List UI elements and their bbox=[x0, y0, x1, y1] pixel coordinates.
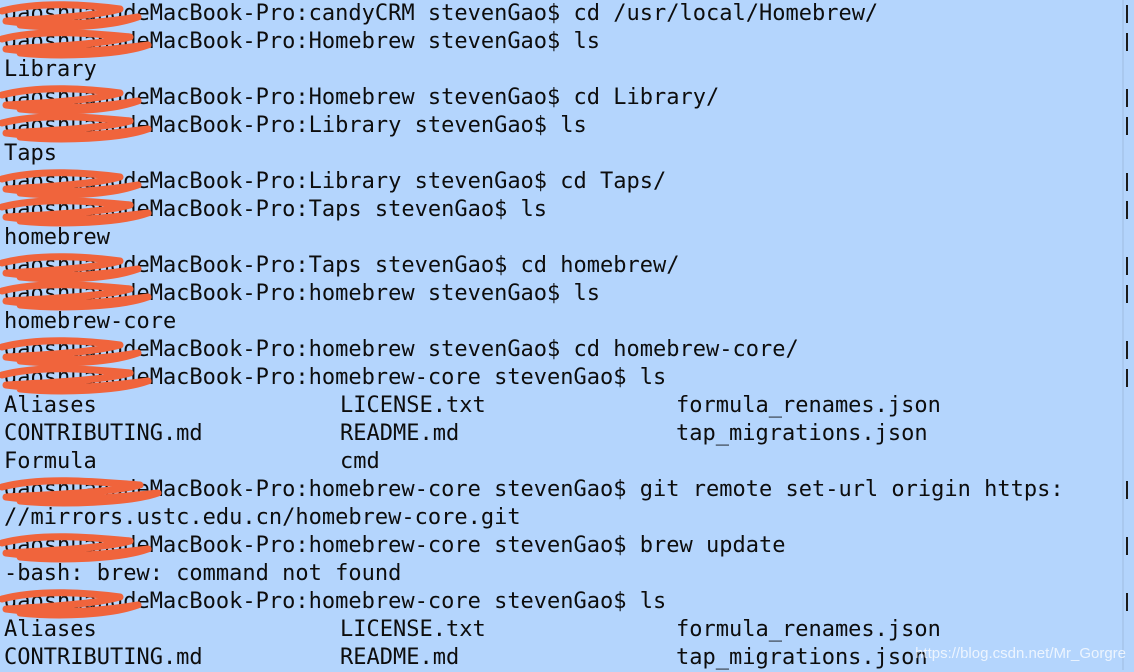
scrollback-mark bbox=[1126, 341, 1128, 359]
scrollback-mark bbox=[1126, 5, 1128, 23]
terminal-output-line: Taps bbox=[4, 141, 57, 166]
scrollback-mark bbox=[1126, 117, 1128, 135]
listing-entry: README.md bbox=[340, 421, 460, 446]
terminal-output-line: homebrew bbox=[4, 225, 110, 250]
terminal-output-line: Aliases LICENSE.txt formula_renames.json bbox=[4, 392, 1114, 420]
terminal-command-line: gaoshuangdeMacBook-Pro:homebrew stevenGa… bbox=[4, 281, 601, 306]
terminal-command-line: gaoshuangdeMacBook-Pro:homebrew-core ste… bbox=[4, 589, 667, 614]
terminal-command-line: gaoshuangdeMacBook-Pro:homebrew-core ste… bbox=[4, 533, 786, 558]
scrollback-mark bbox=[1126, 257, 1128, 275]
terminal-output-line: Formula cmd bbox=[4, 448, 1114, 476]
terminal-command-line: gaoshuangdeMacBook-Pro:Taps stevenGao$ l… bbox=[4, 197, 548, 222]
listing-entry: Aliases bbox=[4, 393, 97, 418]
scrollback-markers bbox=[1124, 0, 1134, 670]
listing-entry: tap_migrations.json bbox=[676, 645, 928, 670]
scrollback-mark bbox=[1126, 89, 1128, 107]
listing-entry: formula_renames.json bbox=[676, 617, 941, 642]
terminal-output-line: homebrew-core bbox=[4, 309, 177, 334]
listing-entry: CONTRIBUTING.md bbox=[4, 645, 203, 670]
terminal-command-line: gaoshuangdeMacBook-Pro:Library stevenGao… bbox=[4, 113, 587, 138]
terminal-command-line: gaoshuangdeMacBook-Pro:candyCRM stevenGa… bbox=[4, 1, 879, 26]
scrollback-mark bbox=[1126, 201, 1128, 219]
terminal-window[interactable]: gaoshuangdeMacBook-Pro:candyCRM stevenGa… bbox=[0, 0, 1124, 670]
terminal-command-line: gaoshuangdeMacBook-Pro:Library stevenGao… bbox=[4, 169, 667, 194]
listing-entry: Aliases bbox=[4, 617, 97, 642]
scrollback-mark bbox=[1126, 369, 1128, 387]
listing-entry: cmd bbox=[340, 449, 380, 474]
listing-entry: LICENSE.txt bbox=[340, 393, 486, 418]
listing-entry: LICENSE.txt bbox=[340, 617, 486, 642]
listing-entry: Formula bbox=[4, 449, 97, 474]
scrollback-mark bbox=[1126, 173, 1128, 191]
scrollback-mark bbox=[1126, 593, 1128, 611]
scrollback-mark bbox=[1126, 33, 1128, 51]
scrollback-mark bbox=[1126, 481, 1128, 499]
terminal-command-line: gaoshuangdeMacBook-Pro:homebrew stevenGa… bbox=[4, 337, 799, 362]
watermark-text: https://blog.csdn.net/Mr_Gorgre bbox=[915, 645, 1126, 662]
terminal-command-line: gaoshuangdeMacBook-Pro:Taps stevenGao$ c… bbox=[4, 253, 680, 278]
terminal-output-line: CONTRIBUTING.md README.md tap_migrations.j… bbox=[4, 420, 1114, 448]
listing-entry: README.md bbox=[340, 645, 460, 670]
terminal-command-line: gaoshuangdeMacBook-Pro:homebrew-core ste… bbox=[4, 365, 667, 390]
terminal-command-line: gaoshuangdeMacBook-Pro:Homebrew stevenGa… bbox=[4, 29, 601, 54]
terminal-output-line: Aliases LICENSE.txt formula_renames.json bbox=[4, 616, 1114, 644]
terminal-output-line: -bash: brew: command not found bbox=[4, 561, 402, 586]
scrollback-mark bbox=[1126, 285, 1128, 303]
terminal-output-line: //mirrors.ustc.edu.cn/homebrew-core.git bbox=[4, 505, 521, 530]
listing-entry: tap_migrations.json bbox=[676, 421, 928, 446]
terminal-command-line: gaoshuangdeMacBook-Pro:homebrew-core ste… bbox=[4, 477, 1064, 502]
listing-entry: CONTRIBUTING.md bbox=[4, 421, 203, 446]
scrollback-mark bbox=[1126, 537, 1128, 555]
listing-entry: formula_renames.json bbox=[676, 393, 941, 418]
terminal-command-line: gaoshuangdeMacBook-Pro:Homebrew stevenGa… bbox=[4, 85, 720, 110]
terminal-output-line: Library bbox=[4, 57, 97, 82]
